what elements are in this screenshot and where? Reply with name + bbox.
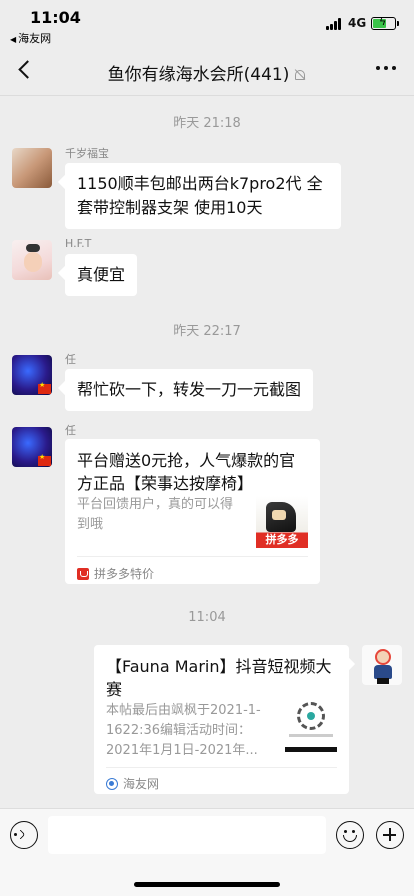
my-avatar[interactable] [362,645,402,685]
card-title: 【Fauna Marin】抖音短视频大赛 [106,657,332,699]
chat-title: 鱼你有缘海水会所(441) [0,60,414,85]
card-thumbnail: 拼多多 [256,496,308,548]
timestamp: 昨天 22:17 [173,324,241,339]
avatar[interactable] [12,148,52,188]
plus-icon[interactable] [376,821,404,849]
message-bubble[interactable]: 真便宜 [65,254,138,296]
avatar[interactable] [12,427,52,467]
avatar[interactable] [12,240,52,280]
chat-title-text: 鱼你有缘海水会所(441) [107,65,290,85]
card-description: 本帖最后由飒枫于2021-1-1622:36编辑活动时间：2021年1月1日-2… [106,703,261,758]
signal-icon [326,18,342,30]
message-input[interactable] [48,816,326,854]
network-type: 4G [348,16,367,30]
card-thumbnail [285,700,337,752]
chat-header: 鱼你有缘海水会所(441) [0,44,414,96]
link-card-pdd[interactable]: 平台赠送0元抢，人气爆款的官方正品【荣事达按摩椅】 平台回馈用户，真的可以得到哦… [65,439,320,584]
sender-name: 千岁福宝 [65,147,109,160]
sender-name: 任 [65,424,76,437]
voice-icon[interactable] [10,821,38,849]
sender-name: 任 [65,353,76,366]
card-source: 拼多多特价 [77,565,154,582]
timestamp: 昨天 21:18 [173,116,241,131]
card-source: 海友网 [106,775,159,792]
timestamp: 11:04 [188,610,226,625]
back-triangle-icon: ◀ [10,35,17,44]
card-title: 平台赠送0元抢，人气爆款的官方正品【荣事达按摩椅】 [77,451,296,493]
status-time: 11:04 [30,8,81,27]
sender-name: H.F.T [65,237,92,250]
message-bubble[interactable]: 1150顺丰包邮出两台k7pro2代 全套带控制器支架 使用10天 [65,163,341,229]
thumbnail-label: 拼多多 [265,533,299,546]
more-icon[interactable] [376,66,396,72]
message-bubble[interactable]: 帮忙砍一下，转发一刀一元截图 [65,369,314,411]
home-indicator [134,882,280,887]
mute-icon [293,69,306,81]
emoji-icon[interactable] [336,821,364,849]
card-description: 平台回馈用户，真的可以得到哦 [77,497,234,532]
status-bar: 11:04 ◀ 海友网 4G ϟ [0,0,414,45]
card-source-label: 拼多多特价 [94,567,155,581]
link-card-haiyouwang[interactable]: 【Fauna Marin】抖音短视频大赛 本帖最后由飒枫于2021-1-1622… [94,645,349,794]
avatar[interactable] [12,355,52,395]
battery-icon: ϟ [371,15,399,30]
pinduoduo-icon [77,568,89,580]
haiyouwang-icon [106,778,118,790]
card-source-label: 海友网 [123,777,160,791]
card-divider [106,767,337,768]
card-divider [77,556,308,557]
